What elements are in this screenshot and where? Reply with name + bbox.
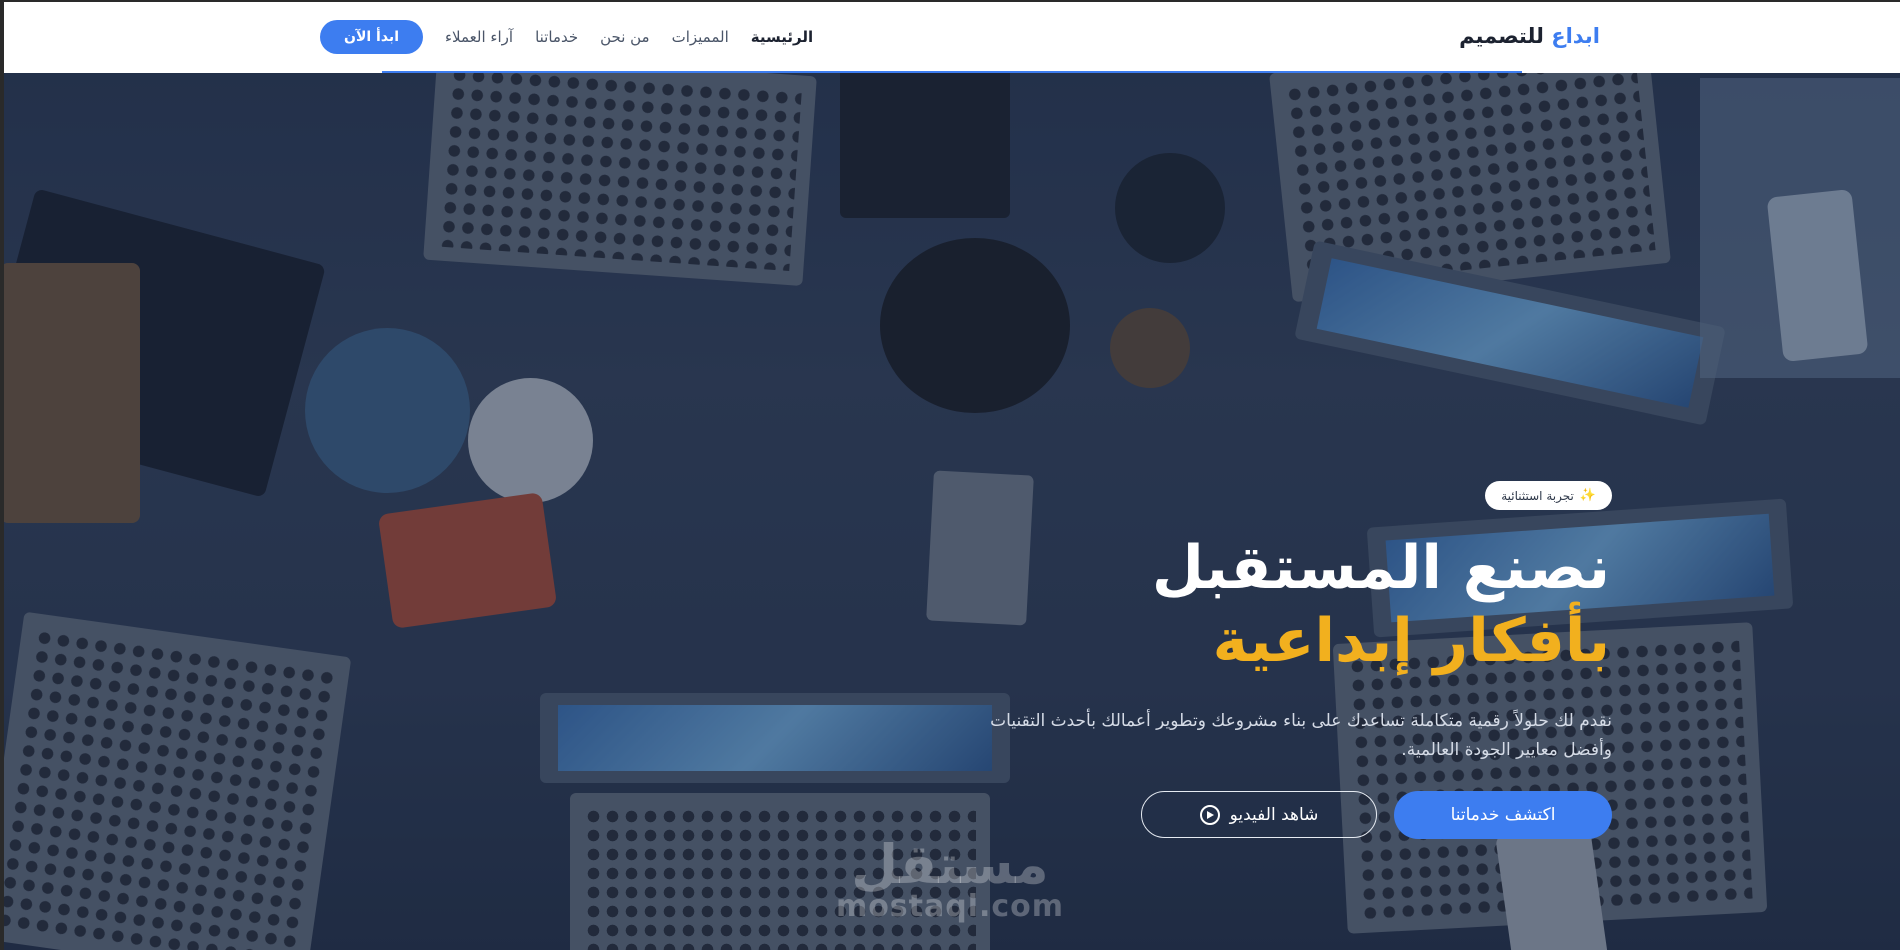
start-now-button[interactable]: ابدأ الآن bbox=[320, 20, 423, 54]
nav-features[interactable]: المميزات bbox=[672, 28, 729, 46]
hero-description: نقدم لك حلولاً رقمية متكاملة تساعدك على … bbox=[990, 711, 1612, 760]
watch-video-button[interactable]: شاهد الفيديو bbox=[1141, 791, 1377, 838]
hero-badge: ✨ تجربة استثنائية bbox=[1485, 481, 1612, 510]
explore-services-button[interactable]: اكتشف خدماتنا bbox=[1394, 791, 1612, 839]
logo-main: للتصميم bbox=[1459, 24, 1544, 48]
watermark: مستقل mostaql.com bbox=[835, 838, 1065, 922]
watch-video-label: شاهد الفيديو bbox=[1229, 804, 1319, 825]
hero-title-line1: نصنع المستقبل bbox=[1151, 533, 1610, 603]
header-underline bbox=[382, 71, 1522, 73]
sparkle-icon: ✨ bbox=[1579, 488, 1596, 503]
site-header: ابداع للتصميم الرئيسية المميزات من نحن خ… bbox=[0, 0, 1900, 73]
play-circle-icon bbox=[1199, 804, 1220, 825]
watermark-arabic: مستقل bbox=[851, 833, 1049, 896]
nav-services[interactable]: خدماتنا bbox=[535, 28, 578, 46]
logo-accent: ابداع bbox=[1551, 24, 1600, 48]
nav-about[interactable]: من نحن bbox=[600, 28, 650, 46]
badge-text: تجربة استثنائية bbox=[1501, 488, 1574, 503]
hero-overlay bbox=[0, 73, 1900, 950]
nav-testimonials[interactable]: آراء العملاء bbox=[445, 28, 513, 46]
hero-title-line2: بأفكار إبداعية bbox=[1212, 606, 1610, 676]
nav-home[interactable]: الرئيسية bbox=[751, 28, 813, 46]
site-logo[interactable]: ابداع للتصميم bbox=[1459, 24, 1600, 48]
hero-section: ✨ تجربة استثنائية نصنع المستقبل بأفكار إ… bbox=[0, 73, 1900, 950]
main-nav: الرئيسية المميزات من نحن خدماتنا آراء ال… bbox=[320, 20, 813, 54]
watermark-latin: mostaql.com bbox=[835, 889, 1065, 924]
